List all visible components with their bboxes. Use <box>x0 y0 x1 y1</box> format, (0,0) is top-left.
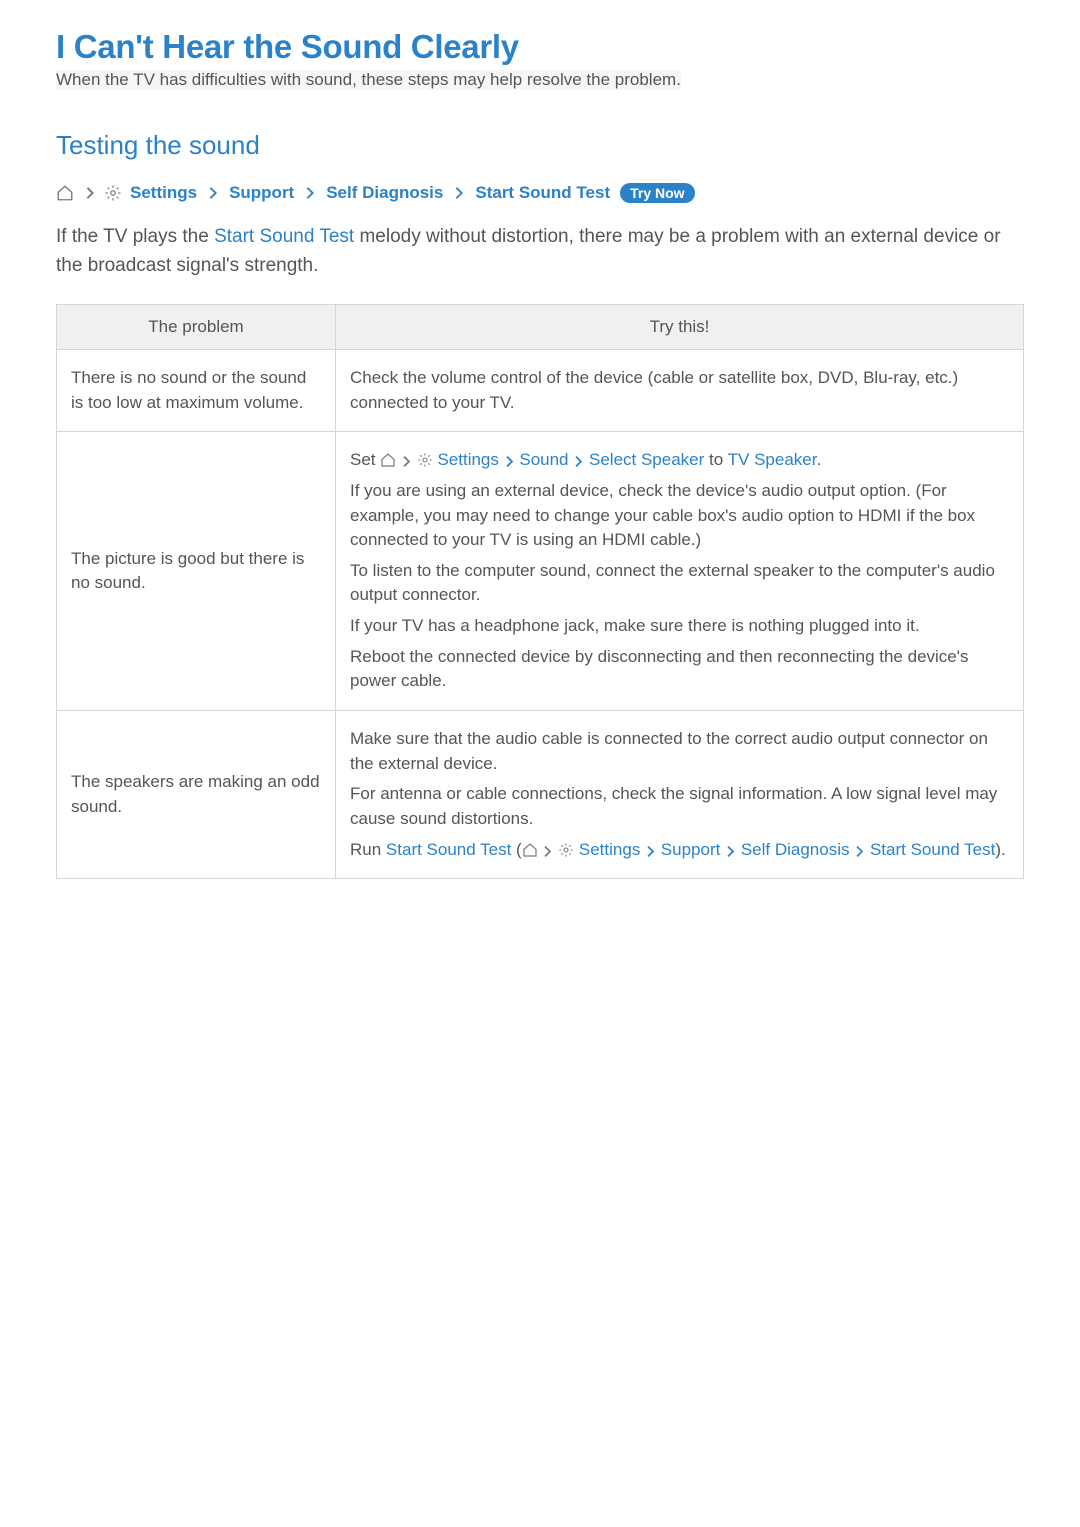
problem-cell: The speakers are making an odd sound. <box>57 711 336 879</box>
chevron-right-icon <box>725 845 736 858</box>
nav-support[interactable]: Support <box>229 183 294 203</box>
path-segment[interactable]: Select Speaker <box>589 450 704 469</box>
table-header-problem: The problem <box>57 305 336 350</box>
chevron-right-icon <box>504 455 515 468</box>
problem-cell: The picture is good but there is no soun… <box>57 432 336 711</box>
chevron-right-icon <box>207 186 219 200</box>
start-sound-test-link[interactable]: Start Sound Test <box>386 840 511 859</box>
solution-paragraph: Check the volume control of the device (… <box>350 366 1009 415</box>
solution-cell: Set Settings Sound Select Speaker to TV … <box>336 432 1024 711</box>
solution-paragraph: Set Settings Sound Select Speaker to TV … <box>350 448 1009 473</box>
table-row: There is no sound or the sound is too lo… <box>57 350 1024 432</box>
table-row: The speakers are making an odd sound. Mak… <box>57 711 1024 879</box>
chevron-right-icon <box>573 455 584 468</box>
path-segment[interactable]: Settings <box>437 450 498 469</box>
path-segment[interactable]: Settings <box>579 840 640 859</box>
home-icon <box>522 842 538 858</box>
gear-icon <box>558 842 574 858</box>
nav-settings[interactable]: Settings <box>130 183 197 203</box>
home-icon <box>380 452 396 468</box>
page-subtitle: When the TV has difficulties with sound,… <box>56 70 681 90</box>
try-now-badge[interactable]: Try Now <box>620 183 694 203</box>
solution-paragraph: Run Start Sound Test ( Settings Support … <box>350 838 1009 863</box>
nav-self-diagnosis[interactable]: Self Diagnosis <box>326 183 443 203</box>
chevron-right-icon <box>304 186 316 200</box>
solution-paragraph: Reboot the connected device by disconnec… <box>350 645 1009 694</box>
chevron-right-icon <box>401 455 412 468</box>
chevron-right-icon <box>645 845 656 858</box>
page-title: I Can't Hear the Sound Clearly <box>56 28 1024 66</box>
chevron-right-icon <box>84 186 96 200</box>
path-segment[interactable]: Start Sound Test <box>870 840 995 859</box>
chevron-right-icon <box>453 186 465 200</box>
chevron-right-icon <box>854 845 865 858</box>
solution-cell: Check the volume control of the device (… <box>336 350 1024 432</box>
home-icon <box>56 184 74 202</box>
problem-cell: There is no sound or the sound is too lo… <box>57 350 336 432</box>
table-row: The picture is good but there is no soun… <box>57 432 1024 711</box>
path-segment[interactable]: Self Diagnosis <box>741 840 850 859</box>
solution-paragraph: For antenna or cable connections, check … <box>350 782 1009 831</box>
solution-paragraph: If your TV has a headphone jack, make su… <box>350 614 1009 639</box>
path-segment[interactable]: Sound <box>519 450 568 469</box>
table-header-trythis: Try this! <box>336 305 1024 350</box>
gear-icon <box>417 452 433 468</box>
nav-start-sound-test[interactable]: Start Sound Test <box>475 183 610 203</box>
start-sound-test-link[interactable]: Start Sound Test <box>214 226 354 247</box>
chevron-right-icon <box>542 845 553 858</box>
solution-paragraph: Make sure that the audio cable is connec… <box>350 727 1009 776</box>
solution-cell: Make sure that the audio cable is connec… <box>336 711 1024 879</box>
path-target[interactable]: TV Speaker <box>728 450 817 469</box>
section-title: Testing the sound <box>56 130 1024 161</box>
navigation-path: Settings Support Self Diagnosis Start So… <box>56 183 1024 203</box>
intro-paragraph: If the TV plays the Start Sound Test mel… <box>56 223 1024 280</box>
gear-icon <box>104 184 122 202</box>
solution-paragraph: If you are using an external device, che… <box>350 479 1009 553</box>
solution-paragraph: To listen to the computer sound, connect… <box>350 559 1009 608</box>
troubleshooting-table: The problem Try this! There is no sound … <box>56 304 1024 879</box>
path-segment[interactable]: Support <box>661 840 721 859</box>
